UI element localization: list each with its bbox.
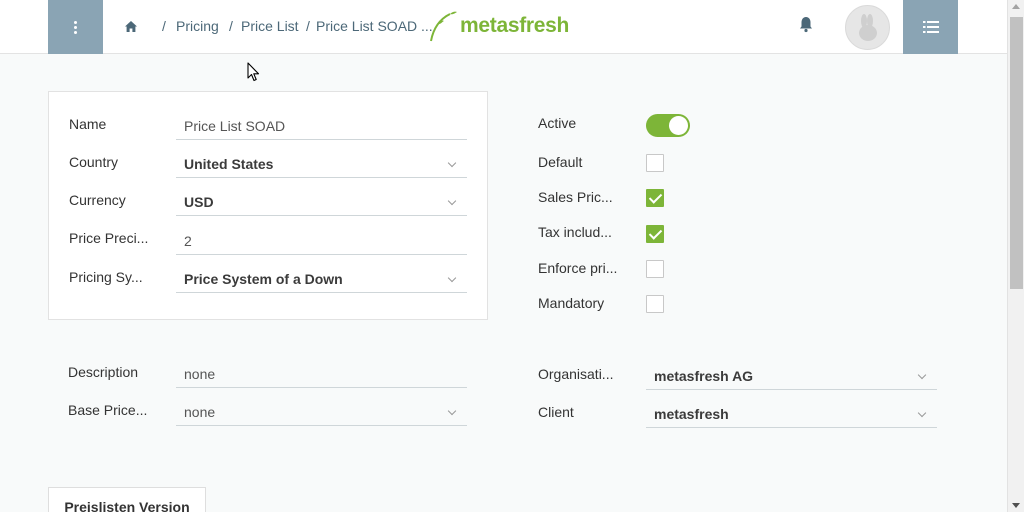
enforce-price-limit-label: Enforce pri... — [538, 260, 618, 276]
pricing-system-label: Pricing Sy... — [69, 269, 143, 285]
currency-select[interactable]: USD — [176, 188, 467, 216]
tab-label: Preislisten Version — [64, 499, 190, 512]
breadcrumb-current-record[interactable]: Price List SOAD ... — [316, 18, 433, 34]
vertical-dots-icon — [74, 20, 77, 34]
description-label: Description — [68, 364, 139, 380]
chevron-down-icon — [447, 196, 457, 206]
description-input[interactable]: none — [176, 360, 467, 388]
client-value: metasfresh — [654, 405, 729, 422]
currency-label: Currency — [69, 192, 126, 208]
price-precision-label: Price Preci... — [69, 230, 149, 246]
breadcrumb-separator: / — [306, 18, 310, 34]
default-checkbox[interactable] — [646, 154, 664, 172]
chevron-down-icon — [917, 370, 927, 380]
price-precision-input[interactable]: 2 — [176, 227, 467, 255]
list-icon — [922, 21, 939, 33]
leaf-logo-icon — [430, 11, 457, 42]
enforce-price-limit-checkbox[interactable] — [646, 260, 664, 278]
currency-value: USD — [184, 193, 214, 210]
organisation-value: metasfresh AG — [654, 367, 754, 384]
home-icon[interactable] — [124, 20, 138, 34]
side-list-button[interactable] — [903, 0, 958, 54]
breadcrumb-price-list[interactable]: Price List — [241, 18, 299, 34]
tax-included-label: Tax includ... — [538, 224, 612, 240]
bell-icon[interactable] — [798, 15, 814, 33]
mouse-cursor-icon — [247, 62, 260, 82]
toggle-knob — [669, 116, 688, 135]
organisation-select[interactable]: metasfresh AG — [646, 362, 937, 390]
rabbit-avatar-icon — [858, 13, 877, 41]
name-value: Price List SOAD — [184, 117, 286, 134]
active-label: Active — [538, 115, 577, 131]
organisation-label: Organisati... — [538, 366, 614, 382]
logo-text: metasfresh — [460, 14, 570, 37]
base-price-list-value: none — [184, 403, 216, 420]
country-value: United States — [184, 155, 274, 172]
pricing-system-value: Price System of a Down — [184, 270, 343, 287]
chevron-down-icon — [447, 273, 457, 283]
pricing-system-select[interactable]: Price System of a Down — [176, 265, 467, 293]
price-precision-value: 2 — [184, 232, 192, 249]
sales-price-list-checkbox[interactable] — [646, 189, 664, 207]
country-label: Country — [69, 154, 119, 170]
avatar[interactable] — [845, 5, 890, 50]
client-select[interactable]: metasfresh — [646, 400, 937, 428]
tab-preislisten-version[interactable]: Preislisten Version — [48, 487, 206, 512]
description-value: none — [184, 365, 216, 382]
chevron-down-icon — [917, 408, 927, 418]
vertical-scrollbar[interactable] — [1007, 0, 1024, 512]
menu-button[interactable] — [48, 0, 103, 54]
breadcrumb-separator: / — [162, 18, 166, 34]
scroll-thumb[interactable] — [1010, 17, 1023, 289]
active-toggle[interactable] — [646, 114, 690, 137]
chevron-down-icon — [447, 158, 457, 168]
mandatory-checkbox[interactable] — [646, 295, 664, 313]
breadcrumb-separator: / — [229, 18, 233, 34]
metasfresh-logo: metasfresh — [428, 10, 569, 42]
mandatory-label: Mandatory — [538, 295, 605, 311]
name-input[interactable]: Price List SOAD — [176, 112, 467, 140]
base-price-list-label: Base Price... — [68, 402, 148, 418]
scroll-down-arrow-icon[interactable] — [1012, 503, 1020, 508]
country-select[interactable]: United States — [176, 150, 467, 178]
base-price-list-select[interactable]: none — [176, 398, 467, 426]
breadcrumb-pricing[interactable]: Pricing — [176, 18, 219, 34]
chevron-down-icon — [447, 406, 457, 416]
app-header: / Pricing / Price List / Price List SOAD… — [0, 0, 1007, 54]
client-label: Client — [538, 404, 574, 420]
default-label: Default — [538, 154, 583, 170]
tax-included-checkbox[interactable] — [646, 225, 664, 243]
name-label: Name — [69, 116, 107, 132]
scroll-up-arrow-icon[interactable] — [1012, 4, 1020, 9]
sales-price-list-label: Sales Pric... — [538, 189, 613, 205]
